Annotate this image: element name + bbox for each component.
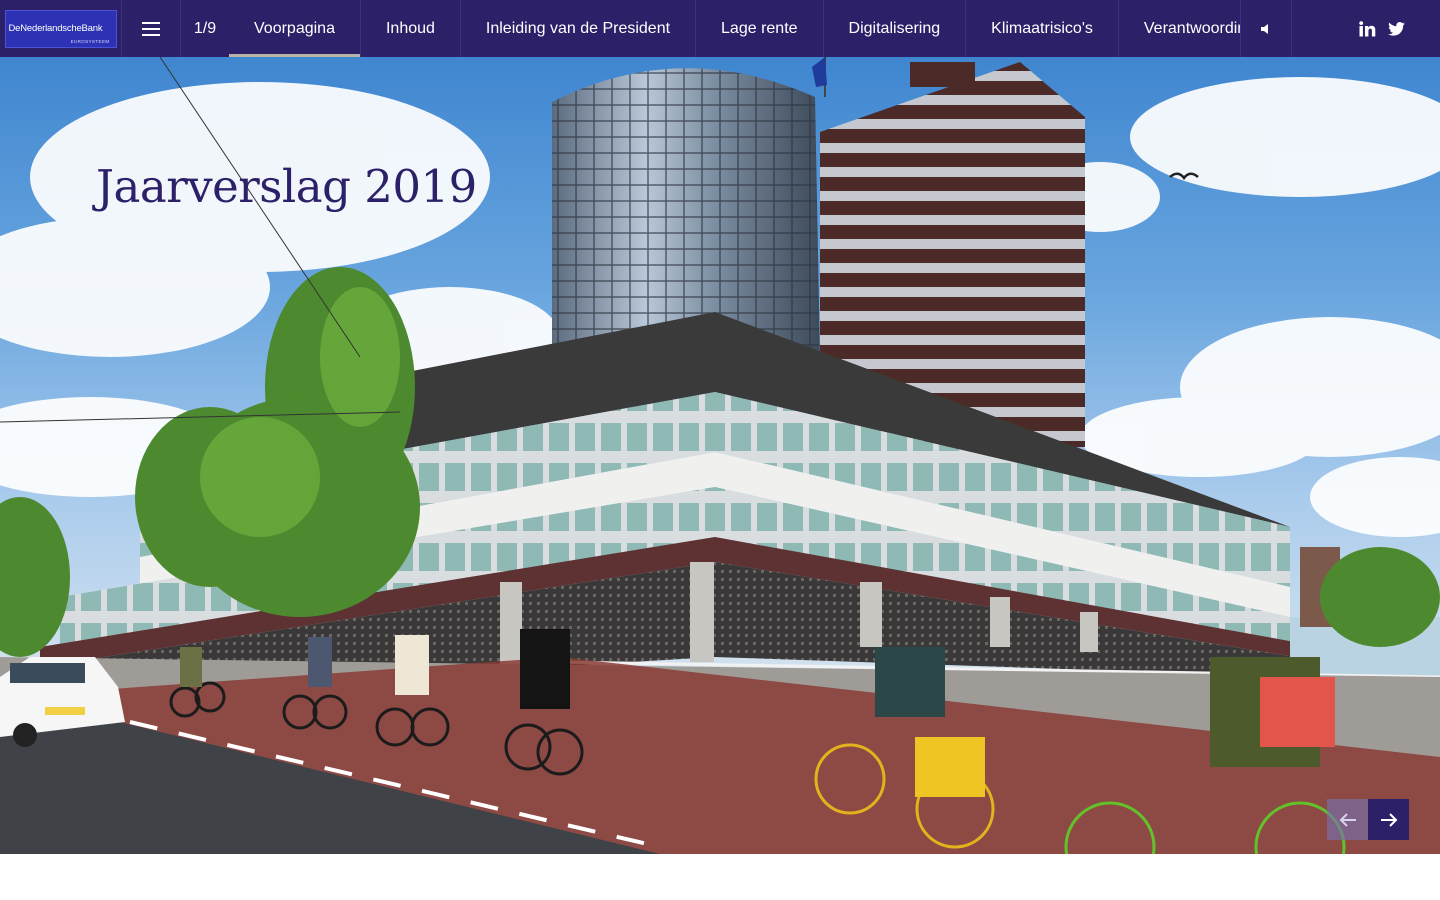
- next-page-button[interactable]: [1368, 799, 1409, 840]
- page-indicator: 1/9: [193, 19, 217, 37]
- tab-voorpagina[interactable]: Voorpagina: [229, 0, 361, 57]
- logo-subtext: EUROSYSTEEM: [70, 38, 110, 44]
- arrow-left-icon: [1339, 812, 1356, 827]
- twitter-icon[interactable]: [1388, 21, 1405, 36]
- speaker-icon: [1261, 23, 1268, 34]
- tab-digitalisering[interactable]: Digitalisering: [824, 0, 967, 57]
- hamburger-menu-icon: [142, 21, 160, 36]
- tab-inhoud[interactable]: Inhoud: [361, 0, 461, 57]
- logo-link[interactable]: DeNederlandscheBank EUROSYSTEEM: [0, 0, 121, 57]
- tab-inleiding-president[interactable]: Inleiding van de President: [461, 0, 697, 57]
- sound-toggle-button[interactable]: [1240, 0, 1291, 57]
- menu-button[interactable]: [121, 0, 181, 57]
- social-links: [1359, 0, 1421, 57]
- hero-section: Jaarverslag 2019: [0, 57, 1440, 854]
- logo-text: DeNederlandscheBank: [8, 22, 103, 34]
- arrow-right-icon: [1380, 812, 1397, 827]
- page-title: Jaarverslag 2019: [96, 160, 477, 213]
- top-navigation-bar: DeNederlandscheBank EUROSYSTEEM 1/9 Voor…: [0, 0, 1440, 57]
- previous-page-button[interactable]: [1327, 799, 1368, 840]
- tab-lage-rente[interactable]: Lage rente: [696, 0, 824, 57]
- slide-navigation: [1327, 799, 1409, 840]
- chapter-tabs: Voorpagina Inhoud Inleiding van de Presi…: [229, 0, 1240, 57]
- linkedin-icon[interactable]: [1359, 20, 1376, 37]
- dnb-logo: DeNederlandscheBank EUROSYSTEEM: [4, 9, 117, 48]
- tab-klimaatrisicos[interactable]: Klimaatrisico's: [966, 0, 1119, 57]
- spacer: [1291, 0, 1359, 57]
- tab-verantwoording[interactable]: Verantwoordir: [1119, 0, 1240, 57]
